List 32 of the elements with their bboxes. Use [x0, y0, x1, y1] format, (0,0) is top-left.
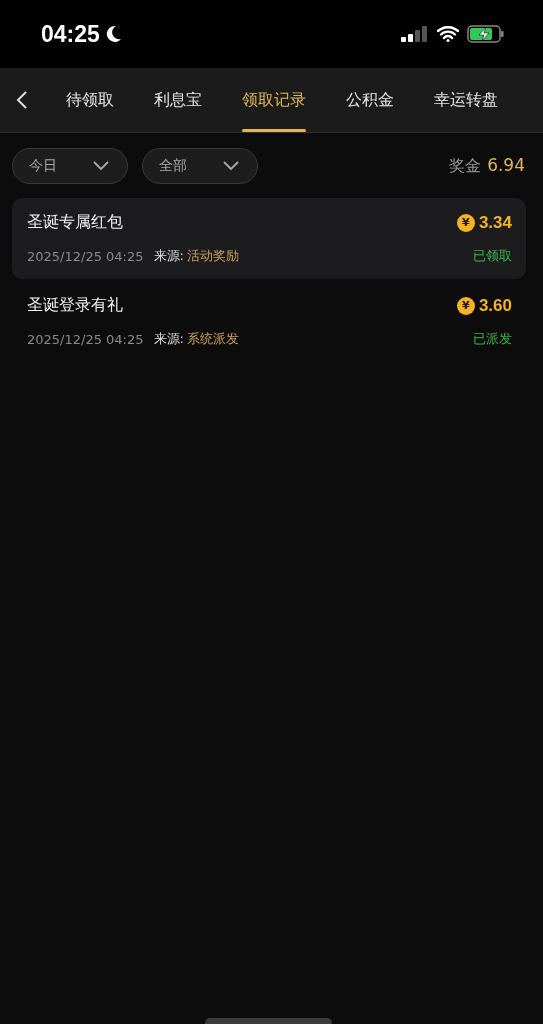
record-title: 圣诞专属红包	[27, 212, 123, 233]
record-amount: 3.60	[478, 295, 512, 316]
coin-icon: ¥	[456, 296, 475, 315]
filter-dropdown[interactable]: 全部	[142, 148, 258, 184]
record-card[interactable]: 圣诞专属红包 ¥ 3.34 2025/12/25 04:25 来源: 活动奖励 已领取	[12, 198, 526, 279]
record-status: 已领取	[473, 247, 512, 265]
record-time: 2025/12/25 04:25	[27, 248, 144, 264]
bonus-amount: 6.94	[487, 155, 525, 175]
filter-dropdown[interactable]: 今日	[12, 148, 128, 184]
record-card[interactable]: 圣诞登录有礼 ¥ 3.60 2025/12/25 04:25 来源: 系统派发 已派发	[12, 281, 526, 362]
signal-icon	[401, 26, 429, 42]
bonus-label: 奖金	[449, 156, 482, 177]
record-source: 活动奖励	[186, 247, 239, 265]
record-title: 圣诞登录有礼	[27, 295, 123, 316]
coin-icon: ¥	[456, 213, 475, 232]
record-source: 系统派发	[186, 330, 239, 348]
tab[interactable]: 幸运转盘	[434, 68, 498, 132]
tab[interactable]: 公积金	[346, 68, 394, 132]
record-time: 2025/12/25 04:25	[27, 331, 144, 347]
source-label: 来源:	[153, 247, 184, 265]
wifi-icon	[437, 26, 459, 42]
moon-icon	[105, 25, 122, 43]
battery-charging-icon	[467, 25, 505, 43]
record-amount: 3.34	[478, 212, 512, 233]
chevron-down-icon	[93, 161, 109, 171]
source-label: 来源:	[153, 330, 184, 348]
record-status: 已派发	[473, 330, 512, 348]
status-time: 04:25	[41, 20, 100, 48]
tab[interactable]: 利息宝	[154, 68, 202, 132]
tab[interactable]: 领取记录	[242, 68, 306, 132]
chevron-down-icon	[223, 161, 239, 171]
tab[interactable]: 待领取	[66, 68, 114, 132]
